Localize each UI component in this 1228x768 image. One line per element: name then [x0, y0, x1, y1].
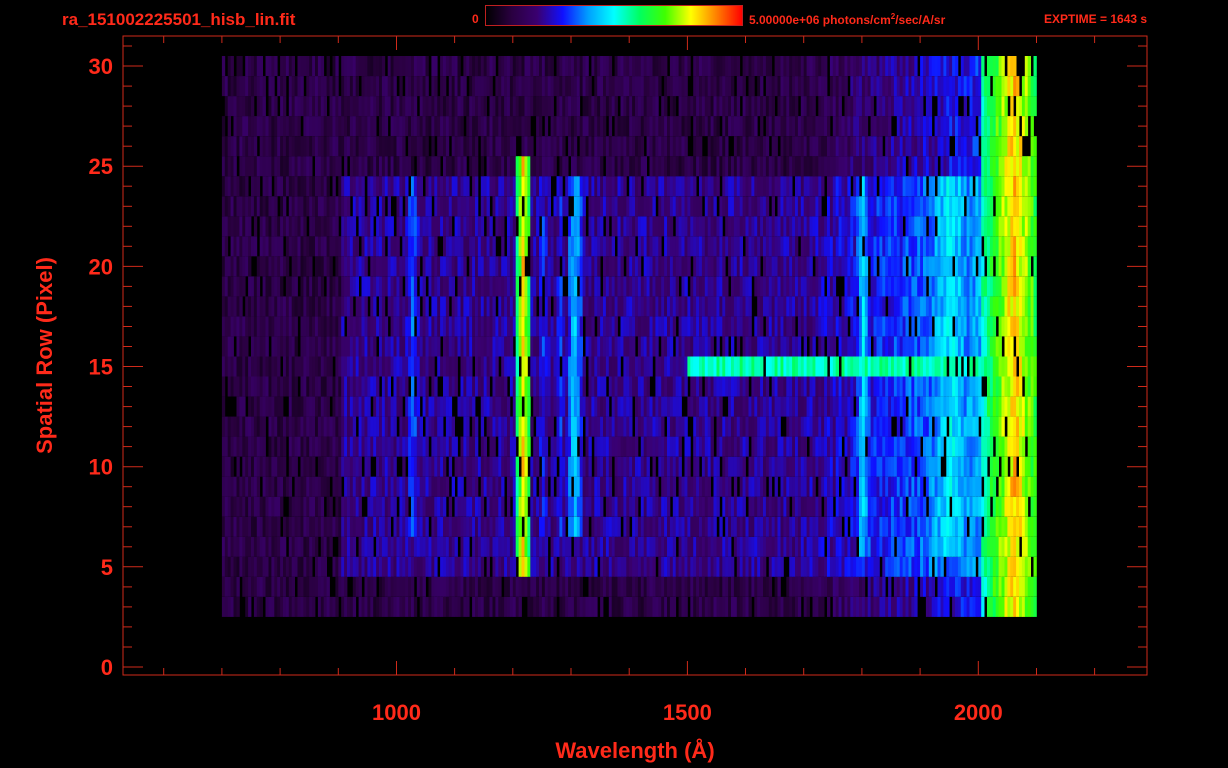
y-tick-label: 15: [89, 355, 113, 380]
y-tick-label: 25: [89, 154, 113, 179]
y-tick-label: 0: [101, 655, 113, 680]
x-tick-label: 2000: [954, 700, 1003, 725]
x-axis-label: Wavelength (Å): [555, 737, 714, 763]
y-tick-label: 20: [89, 254, 113, 279]
y-tick-label: 5: [101, 555, 113, 580]
y-tick-label: 30: [89, 54, 113, 79]
y-axis-label: Spatial Row (Pixel): [32, 257, 57, 454]
x-tick-label: 1500: [663, 700, 712, 725]
y-tick-label: 10: [89, 455, 113, 480]
heatmap-image: [221, 56, 1037, 617]
x-tick-label: 1000: [372, 700, 421, 725]
spectrum-heatmap: 1000 1500 2000051015202530 Wavelength (Å) …: [32, 35, 1148, 763]
